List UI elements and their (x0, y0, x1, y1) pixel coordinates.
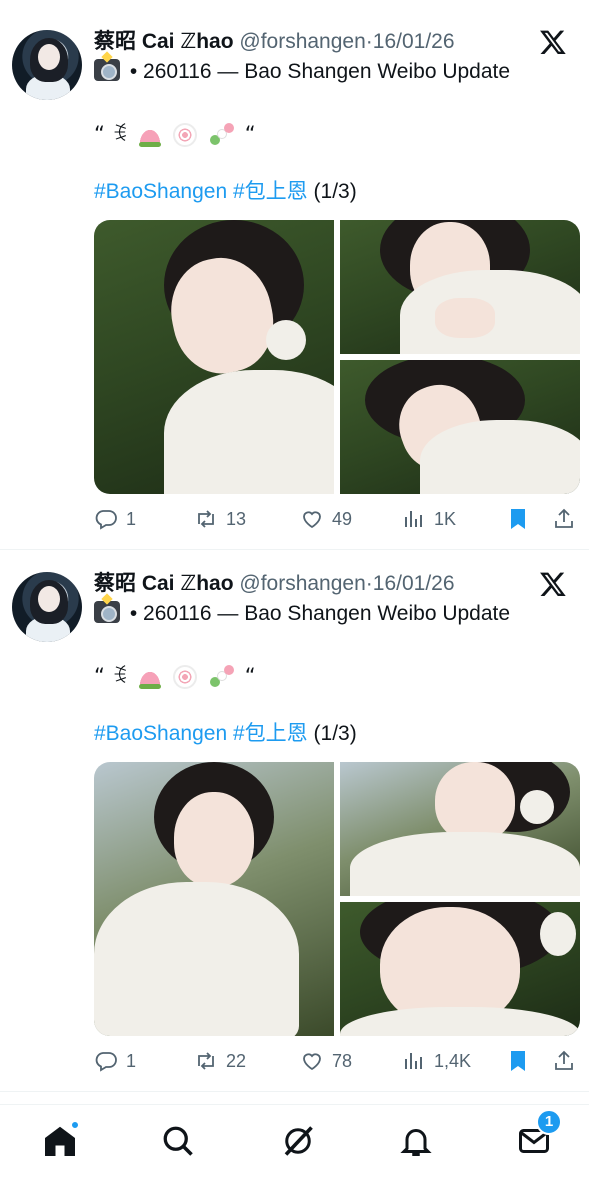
hashtag-link[interactable]: #BaoShangen (94, 180, 227, 203)
notifications-icon (400, 1129, 432, 1156)
repost-icon (198, 1052, 214, 1070)
tweet-date[interactable]: 16/01/26 (373, 572, 455, 595)
hashtag-link[interactable]: #包上恩 (233, 180, 308, 203)
x-logo-icon (540, 572, 566, 597)
avatar[interactable] (12, 30, 82, 100)
author-handle[interactable]: @forshangen (239, 572, 365, 595)
dango-icon (208, 665, 236, 689)
reply-icon (95, 1052, 117, 1072)
hashtag-line: #BaoShangen #包上恩 (1/3) (94, 720, 357, 748)
reply-count: 1 (126, 508, 137, 529)
bullet: • (129, 60, 138, 83)
image-counter: (1/3) (313, 722, 357, 745)
views-button[interactable]: 1K (402, 506, 456, 532)
dango-icon (208, 123, 236, 147)
like-count: 49 (332, 508, 353, 529)
quote-glyph: ꉂ (111, 664, 128, 688)
quote-close: “ (244, 122, 256, 146)
share-button[interactable] (552, 506, 576, 532)
share-icon (555, 508, 573, 528)
reply-count: 1 (126, 1050, 137, 1071)
nav-home[interactable] (42, 1120, 80, 1159)
repost-button[interactable]: 13 (194, 506, 246, 532)
lotus-icon (136, 126, 163, 147)
share-button[interactable] (552, 1048, 576, 1074)
tweet-header: 蔡昭 Cai ℤhao @forshangen·16/01/26 (94, 28, 529, 56)
reply-button[interactable]: 1 (94, 506, 136, 532)
tweet-photo[interactable] (340, 220, 580, 354)
tweet-quote: “ ꉂ “ (94, 120, 256, 148)
tweet-quote: “ ꉂ “ (94, 662, 256, 690)
hashtag-line: #BaoShangen #包上恩 (1/3) (94, 178, 357, 206)
hashtag-link[interactable]: #BaoShangen (94, 722, 227, 745)
author-name[interactable]: 蔡昭 Cai ℤhao (94, 572, 234, 595)
bookmark-button[interactable] (506, 1048, 530, 1074)
unread-dot (70, 1120, 80, 1130)
messages-badge: 1 (536, 1109, 562, 1135)
camera-flash-icon (94, 59, 120, 81)
quote-open: “ (94, 664, 105, 688)
quote-close: “ (244, 664, 256, 688)
quote-glyph: ꉂ (111, 122, 128, 146)
fish-cake-icon (173, 123, 198, 147)
media-grid (94, 762, 580, 1036)
reply-button[interactable]: 1 (94, 1048, 136, 1074)
tweet-actions: 1 22 78 1,4K (94, 1048, 580, 1074)
reply-icon (95, 510, 117, 530)
like-button[interactable]: 78 (300, 1048, 352, 1074)
nav-grok[interactable] (280, 1123, 316, 1159)
like-count: 78 (332, 1050, 353, 1071)
fish-cake-icon (173, 665, 198, 689)
tweet[interactable]: 蔡昭 Cai ℤhao @forshangen·16/01/26 • 26011… (0, 552, 589, 1092)
view-count: 1K (434, 508, 457, 529)
author-name[interactable]: 蔡昭 Cai ℤhao (94, 30, 234, 53)
author-handle[interactable]: @forshangen (239, 30, 365, 53)
views-button[interactable]: 1,4K (402, 1048, 471, 1074)
tweet-subtitle: • 260116 — Bao Shangen Weibo Update (94, 58, 510, 86)
tweet-photo[interactable] (94, 220, 334, 494)
tweet-date[interactable]: 16/01/26 (373, 30, 455, 53)
heart-icon (303, 511, 321, 529)
tweet[interactable]: 蔡昭 Cai ℤhao @forshangen·16/01/26 • 26011… (0, 10, 589, 550)
tweet-header: 蔡昭 Cai ℤhao @forshangen·16/01/26 (94, 570, 529, 598)
repost-button[interactable]: 22 (194, 1048, 246, 1074)
bookmark-filled-icon (511, 509, 525, 529)
share-icon (555, 1050, 573, 1070)
nav-messages[interactable]: 1 (516, 1109, 562, 1159)
separator: · (365, 572, 373, 595)
lotus-icon (136, 668, 163, 689)
separator: · (365, 30, 373, 53)
tweet-actions: 1 13 49 1K (94, 506, 580, 532)
heart-icon (303, 1053, 321, 1071)
tweet-photo[interactable] (94, 762, 334, 1036)
image-counter: (1/3) (313, 180, 357, 203)
media-grid (94, 220, 580, 494)
update-title: 260116 — Bao Shangen Weibo Update (143, 60, 511, 83)
views-chart-icon (405, 1053, 422, 1069)
views-chart-icon (405, 511, 422, 527)
search-icon (163, 1126, 193, 1156)
view-count: 1,4K (434, 1050, 472, 1071)
bookmark-filled-icon (511, 1051, 525, 1071)
grok-icon (284, 1126, 313, 1156)
tweet-photo[interactable] (340, 902, 580, 1036)
x-logo-icon (540, 30, 566, 55)
repost-count: 22 (226, 1050, 247, 1071)
tweet-photo[interactable] (340, 762, 580, 896)
like-button[interactable]: 49 (300, 506, 352, 532)
hashtag-link[interactable]: #包上恩 (233, 722, 308, 745)
camera-flash-icon (94, 601, 120, 623)
update-title: 260116 — Bao Shangen Weibo Update (143, 602, 511, 625)
repost-icon (198, 510, 214, 528)
tweet-photo[interactable] (340, 360, 580, 494)
bookmark-button[interactable] (506, 506, 530, 532)
nav-notifications[interactable] (398, 1123, 434, 1159)
nav-search[interactable] (160, 1123, 196, 1159)
quote-open: “ (94, 122, 105, 146)
avatar[interactable] (12, 572, 82, 642)
bullet: • (129, 602, 138, 625)
repost-count: 13 (226, 508, 247, 529)
bottom-navigation: 1 (0, 1104, 589, 1199)
tweet-subtitle: • 260116 — Bao Shangen Weibo Update (94, 600, 510, 628)
